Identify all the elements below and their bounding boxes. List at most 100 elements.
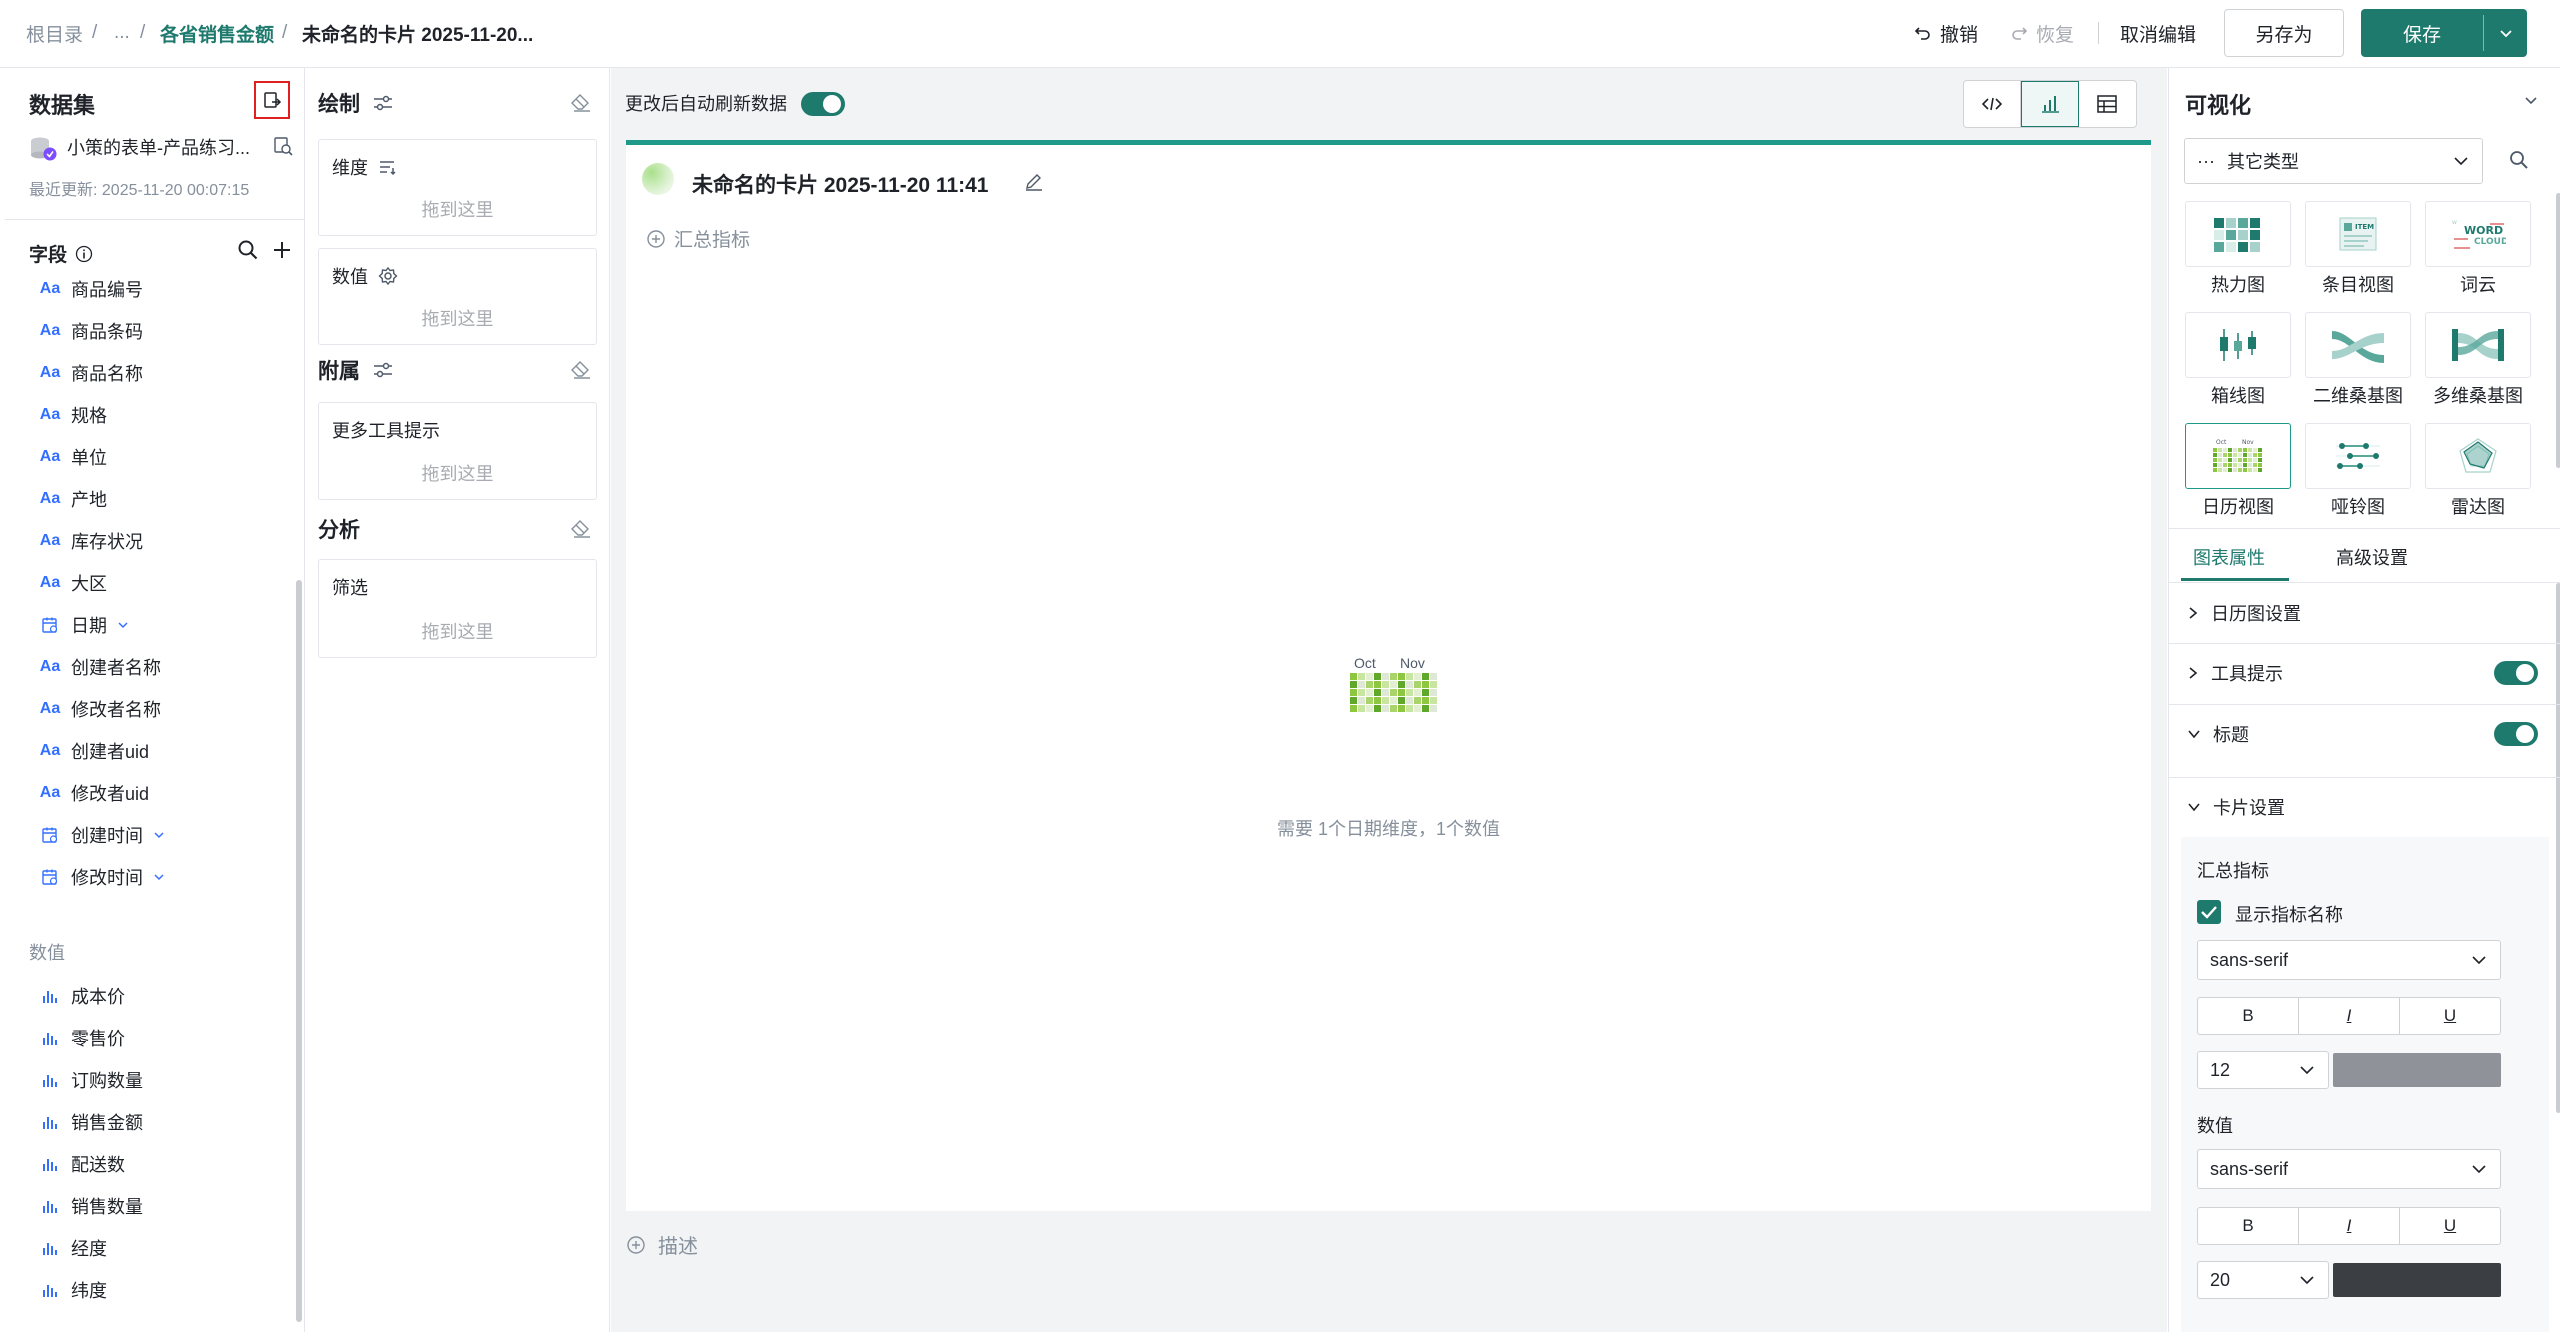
chevron-down-icon[interactable] [2523, 92, 2539, 108]
field-item[interactable]: Aa 修改者uid [39, 778, 149, 808]
chart-type-sankey-multi[interactable] [2425, 312, 2531, 378]
tooltip-row[interactable]: 工具提示 [2187, 658, 2539, 688]
summary-color-picker[interactable] [2333, 1053, 2501, 1087]
field-item[interactable]: Aa 创建者名称 [39, 652, 161, 682]
eraser-icon[interactable] [570, 518, 592, 538]
gear-icon[interactable] [378, 266, 398, 286]
measure-drop-zone[interactable]: 数值 拖到这里 [318, 248, 597, 345]
chart-type-radar[interactable] [2425, 423, 2531, 489]
field-item[interactable]: Aa 商品名称 [39, 358, 143, 388]
save-as-button[interactable]: 另存为 [2224, 9, 2344, 57]
value-size-select[interactable]: 20 [2197, 1261, 2329, 1299]
breadcrumb-root[interactable]: 根目录 [26, 0, 83, 66]
tooltip-drop-zone[interactable]: 更多工具提示 拖到这里 [318, 402, 597, 500]
chart-type-word-cloud[interactable]: w WORD CLOUD [2425, 201, 2531, 267]
field-search-button[interactable] [237, 239, 259, 261]
divider [2169, 582, 2560, 583]
field-label: 日期 [71, 616, 107, 636]
description-add-button[interactable]: 描述 [626, 1230, 698, 1259]
chart-type-select[interactable]: ··· 其它类型 [2184, 138, 2483, 184]
card-title[interactable]: 未命名的卡片 2025-11-20 11:41 [692, 169, 988, 199]
chart-type-calendar[interactable]: Oct Nov [2185, 423, 2291, 489]
measure-field-item[interactable]: 配送数 [39, 1149, 125, 1179]
plus-circle-icon [627, 1235, 645, 1254]
summary-add-button[interactable]: 汇总指标 [646, 225, 750, 252]
summary-size-select[interactable]: 12 [2197, 1051, 2329, 1089]
field-item[interactable]: Aa 商品编号 [39, 274, 143, 304]
field-item[interactable]: Aa 大区 [39, 568, 107, 598]
settings-sliders-icon[interactable] [372, 94, 394, 112]
chart-type-heatmap[interactable] [2185, 201, 2291, 267]
chart-type-item-view[interactable]: ITEM [2305, 201, 2411, 267]
redo-button[interactable]: 恢复 [2010, 0, 2074, 66]
auto-refresh-toggle[interactable] [801, 92, 845, 116]
chart-type-dumbbell[interactable] [2305, 423, 2411, 489]
show-name-checkbox[interactable] [2197, 900, 2221, 924]
summary-font-select[interactable]: sans-serif [2197, 940, 2501, 980]
card-settings-row[interactable]: 卡片设置 [2187, 792, 2539, 822]
code-view-button[interactable] [1964, 81, 2022, 127]
chart-type-boxplot[interactable] [2185, 312, 2291, 378]
field-item[interactable]: 日期 [39, 610, 129, 640]
chart-view-button[interactable] [2021, 81, 2079, 127]
save-button[interactable]: 保存 [2361, 9, 2483, 57]
add-field-button[interactable] [271, 239, 293, 261]
field-item[interactable]: Aa 修改者名称 [39, 694, 161, 724]
field-item[interactable]: 修改时间 [39, 862, 165, 892]
chart-type-sankey-2d[interactable] [2305, 312, 2411, 378]
measure-field-item[interactable]: 成本价 [39, 981, 125, 1011]
field-item[interactable]: Aa 创建者uid [39, 736, 149, 766]
title-toggle[interactable] [2494, 722, 2538, 746]
italic-button[interactable]: I [2299, 1208, 2400, 1244]
measure-field-item[interactable]: 订购数量 [39, 1065, 143, 1095]
chart-type-label: 雷达图 [2451, 497, 2505, 517]
italic-button[interactable]: I [2299, 998, 2400, 1034]
value-font-select[interactable]: sans-serif [2197, 1149, 2501, 1189]
field-item[interactable]: Aa 库存状况 [39, 526, 143, 556]
calendar-settings-row[interactable]: 日历图设置 [2187, 598, 2539, 628]
summary-font-value: sans-serif [2210, 949, 2289, 970]
title-row[interactable]: 标题 [2187, 719, 2539, 749]
active-tab-indicator [2181, 578, 2289, 581]
bold-button[interactable]: B [2198, 1208, 2299, 1244]
underline-button[interactable]: U [2400, 998, 2500, 1034]
measure-field-item[interactable]: 销售金额 [39, 1107, 143, 1137]
chart-type-scrollbar[interactable] [2556, 193, 2560, 468]
check-icon [2201, 906, 2217, 919]
eraser-icon[interactable] [570, 359, 592, 379]
breadcrumb-ellipsis[interactable]: ... [114, 0, 130, 66]
value-color-picker[interactable] [2333, 1263, 2501, 1297]
cancel-edit-button[interactable]: 取消编辑 [2120, 0, 2196, 66]
field-item[interactable]: 创建时间 [39, 820, 165, 850]
measure-field-item[interactable]: 零售价 [39, 1023, 125, 1053]
sort-icon[interactable] [378, 158, 398, 176]
filter-drop-zone[interactable]: 筛选 拖到这里 [318, 559, 597, 658]
underline-button[interactable]: U [2400, 1208, 2500, 1244]
measure-field-item[interactable]: 纬度 [39, 1275, 107, 1305]
settings-sliders-icon[interactable] [372, 361, 394, 379]
bold-button[interactable]: B [2198, 998, 2299, 1034]
field-item[interactable]: Aa 产地 [39, 484, 107, 514]
breadcrumb-parent[interactable]: 各省销售金额 [160, 0, 274, 66]
tooltip-toggle[interactable] [2494, 661, 2538, 685]
field-item[interactable]: Aa 商品条码 [39, 316, 143, 346]
search-icon[interactable] [2509, 150, 2529, 170]
table-view-button[interactable] [2079, 81, 2136, 127]
tab-advanced-settings[interactable]: 高级设置 [2336, 544, 2408, 570]
field-item[interactable]: Aa 规格 [39, 400, 107, 430]
edit-pencil-icon[interactable] [1024, 171, 1044, 191]
field-list-scrollbar[interactable] [296, 580, 302, 1322]
field-item[interactable]: Aa 单位 [39, 442, 107, 472]
dataset-preview-button[interactable] [273, 136, 293, 156]
eraser-icon[interactable] [570, 92, 592, 112]
measure-field-item[interactable]: 经度 [39, 1233, 107, 1263]
measure-field-item[interactable]: 销售数量 [39, 1191, 143, 1221]
property-scrollbar[interactable] [2556, 583, 2560, 1113]
dataset-name[interactable]: 小策的表单-产品练习... [67, 134, 250, 160]
dimension-drop-zone[interactable]: 维度 拖到这里 [318, 139, 597, 236]
undo-button[interactable]: 撤销 [1914, 0, 1978, 66]
save-dropdown-button[interactable] [2484, 9, 2527, 57]
breadcrumb-sep: / [92, 22, 98, 43]
dataset-switch-button[interactable] [254, 81, 290, 119]
tab-chart-properties[interactable]: 图表属性 [2193, 544, 2265, 570]
